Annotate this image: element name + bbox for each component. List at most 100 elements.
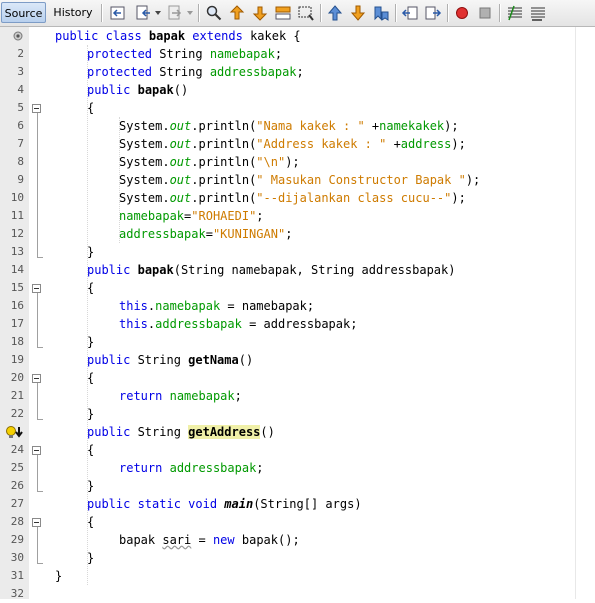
line-number: 29 bbox=[10, 533, 24, 546]
line-number: 6 bbox=[17, 119, 24, 132]
line-number: 3 bbox=[17, 65, 24, 78]
line-number: 4 bbox=[17, 83, 24, 96]
stop-macro-icon[interactable] bbox=[476, 4, 494, 22]
code-line: } bbox=[55, 569, 63, 583]
right-margin-line bbox=[575, 27, 576, 599]
fold-guide bbox=[37, 293, 38, 347]
code-line: public bapak(String namebapak, String ad… bbox=[87, 263, 456, 277]
code-line: return namebapak; bbox=[119, 389, 242, 403]
line-number: 19 bbox=[10, 353, 24, 366]
shift-left-icon[interactable] bbox=[401, 4, 419, 22]
code-line: bapak sari = new bapak(); bbox=[119, 533, 300, 547]
override-annotation-icon[interactable] bbox=[13, 31, 23, 41]
line-number: 22 bbox=[10, 407, 24, 420]
uncomment-icon[interactable] bbox=[529, 4, 547, 22]
line-number: 15 bbox=[10, 281, 24, 294]
find-icon[interactable] bbox=[205, 4, 223, 22]
toolbar-separator bbox=[499, 4, 501, 22]
line-number: 21 bbox=[10, 389, 24, 402]
line-number: 25 bbox=[10, 461, 24, 474]
toolbar-separator bbox=[395, 4, 397, 22]
code-line: return addressbapak; bbox=[119, 461, 264, 475]
fold-end bbox=[37, 491, 43, 492]
line-number: 7 bbox=[17, 137, 24, 150]
comment-icon[interactable] bbox=[506, 4, 524, 22]
toolbar-separator bbox=[320, 4, 322, 22]
start-macro-icon[interactable] bbox=[453, 4, 471, 22]
shift-right-icon[interactable] bbox=[424, 4, 442, 22]
toolbar-separator bbox=[447, 4, 449, 22]
line-number: 17 bbox=[10, 317, 24, 330]
toolbar-separator bbox=[101, 4, 103, 22]
toggle-highlight-icon[interactable] bbox=[274, 4, 292, 22]
code-line: addressbapak="KUNINGAN"; bbox=[119, 227, 293, 241]
line-number: 20 bbox=[10, 371, 24, 384]
code-line: { bbox=[87, 443, 95, 457]
code-line: System.out.println("Address kakek : " +a… bbox=[119, 137, 466, 151]
line-number: 32 bbox=[10, 587, 24, 600]
fold-end bbox=[37, 347, 43, 348]
code-line: System.out.println("\n"); bbox=[119, 155, 300, 169]
line-number: 16 bbox=[10, 299, 24, 312]
editor-toolbar: Source History bbox=[0, 0, 595, 27]
code-line: this.addressbapak = addressbapak; bbox=[119, 317, 358, 331]
previous-bookmark-icon[interactable] bbox=[326, 4, 344, 22]
line-number: 26 bbox=[10, 479, 24, 492]
line-number: 31 bbox=[10, 569, 24, 582]
code-line: public class bapak extends kakek { bbox=[55, 29, 301, 43]
code-line: System.out.println("Nama kakek : " +name… bbox=[119, 119, 459, 133]
fold-toggle[interactable] bbox=[32, 104, 41, 113]
fold-guide bbox=[37, 455, 38, 491]
fold-toggle[interactable] bbox=[32, 374, 41, 383]
code-line: namebapak="ROHAEDI"; bbox=[119, 209, 264, 223]
hint-lightbulb-icon[interactable] bbox=[5, 425, 25, 439]
back-icon[interactable] bbox=[134, 4, 152, 22]
fold-end bbox=[37, 419, 43, 420]
line-number: 24 bbox=[10, 443, 24, 456]
code-line: public static void main(String[] args) bbox=[87, 497, 362, 511]
code-line: public bapak() bbox=[87, 83, 189, 97]
code-line: System.out.println(" Masukan Constructor… bbox=[119, 173, 481, 187]
fold-toggle[interactable] bbox=[32, 284, 41, 293]
fold-guide bbox=[37, 113, 38, 257]
fold-toggle[interactable] bbox=[32, 446, 41, 455]
code-line: } bbox=[87, 551, 95, 565]
code-line: { bbox=[87, 371, 95, 385]
line-number: 28 bbox=[10, 515, 24, 528]
code-line: { bbox=[87, 281, 95, 295]
tab-history[interactable]: History bbox=[50, 2, 96, 23]
line-number: 8 bbox=[17, 155, 24, 168]
code-line: protected String addressbapak; bbox=[87, 65, 304, 79]
line-number: 18 bbox=[10, 335, 24, 348]
line-number: 14 bbox=[10, 263, 24, 276]
line-number: 12 bbox=[10, 227, 24, 240]
toolbar-separator bbox=[198, 4, 200, 22]
last-edit-icon[interactable] bbox=[109, 4, 127, 22]
find-next-icon[interactable] bbox=[251, 4, 269, 22]
code-line: public String getAddress() bbox=[87, 425, 275, 439]
toggle-bookmark-icon[interactable] bbox=[372, 4, 390, 22]
highlighted-method: getAddress bbox=[188, 425, 261, 439]
code-line: } bbox=[87, 479, 95, 493]
fold-end bbox=[37, 563, 43, 564]
code-line: this.namebapak = namebapak; bbox=[119, 299, 315, 313]
find-previous-icon[interactable] bbox=[228, 4, 246, 22]
code-line: } bbox=[87, 407, 95, 421]
line-number: 5 bbox=[17, 101, 24, 114]
code-line: protected String namebapak; bbox=[87, 47, 283, 61]
fold-guide bbox=[37, 527, 38, 563]
find-selection-icon[interactable] bbox=[297, 4, 315, 22]
line-number: 11 bbox=[10, 209, 24, 222]
code-line: } bbox=[87, 245, 95, 259]
line-number: 13 bbox=[10, 245, 24, 258]
fold-toggle[interactable] bbox=[32, 518, 41, 527]
fold-end bbox=[37, 257, 43, 258]
line-number: 30 bbox=[10, 551, 24, 564]
line-number: 9 bbox=[17, 173, 24, 186]
fold-guide bbox=[37, 383, 38, 419]
code-line: { bbox=[87, 515, 95, 529]
tab-source[interactable]: Source bbox=[1, 2, 46, 23]
forward-icon[interactable] bbox=[166, 4, 184, 22]
next-bookmark-icon[interactable] bbox=[349, 4, 367, 22]
code-line: } bbox=[87, 335, 95, 349]
